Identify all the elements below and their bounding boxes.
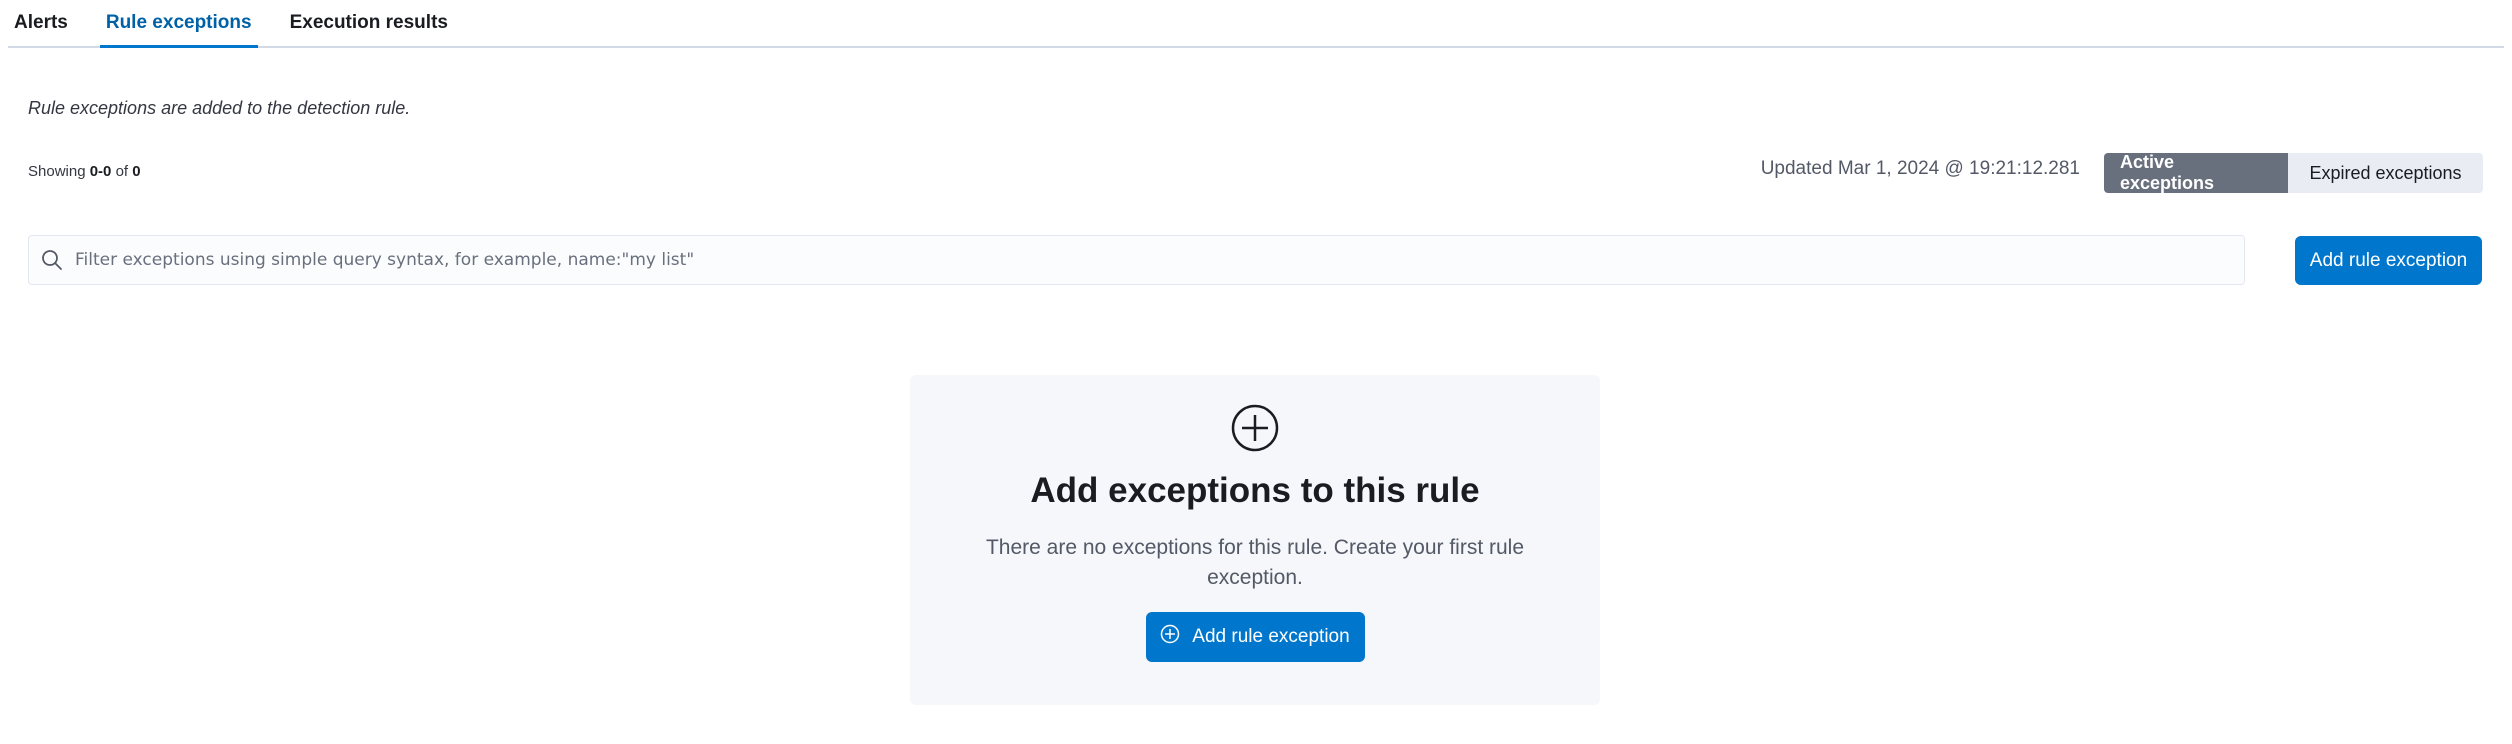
search-input[interactable] (75, 236, 2244, 284)
plus-in-circle-icon (1230, 403, 1280, 453)
showing-count: Showing 0-0 of 0 (28, 163, 141, 180)
empty-state-body: There are no exceptions for this rule. C… (985, 536, 1525, 589)
plus-in-circle-icon (1160, 624, 1180, 650)
showing-range: 0-0 (89, 163, 112, 180)
tab-rule-exceptions[interactable]: Rule exceptions (99, 0, 258, 48)
expired-exceptions-button[interactable]: Expired exceptions (2288, 153, 2483, 193)
search-icon (29, 235, 75, 285)
empty-state-add-rule-exception-button[interactable]: Add rule exception (1145, 612, 1365, 662)
active-exceptions-button[interactable]: Active exceptions (2104, 153, 2288, 193)
empty-state-panel: Add exceptions to this rule There are no… (910, 375, 1600, 705)
add-rule-exception-button[interactable]: Add rule exception (2295, 236, 2482, 285)
rule-exceptions-page: Alerts Rule exceptions Execution results… (0, 0, 2512, 744)
description-text: Rule exceptions are added to the detecti… (28, 98, 411, 118)
empty-state-title: Add exceptions to this rule (1030, 471, 1480, 510)
showing-prefix: Showing (28, 163, 86, 180)
tab-bar: Alerts Rule exceptions Execution results (8, 0, 2504, 48)
tab-execution-results[interactable]: Execution results (284, 0, 454, 46)
showing-of: of (115, 163, 129, 180)
updated-timestamp: Updated Mar 1, 2024 @ 19:21:12.281 (1760, 158, 2080, 179)
search-bar (28, 235, 2245, 285)
empty-state-button-label: Add rule exception (1192, 626, 1350, 647)
exceptions-filter-toggle: Active exceptions Expired exceptions (2104, 153, 2483, 193)
tab-alerts[interactable]: Alerts (8, 0, 74, 46)
showing-total: 0 (132, 163, 141, 180)
